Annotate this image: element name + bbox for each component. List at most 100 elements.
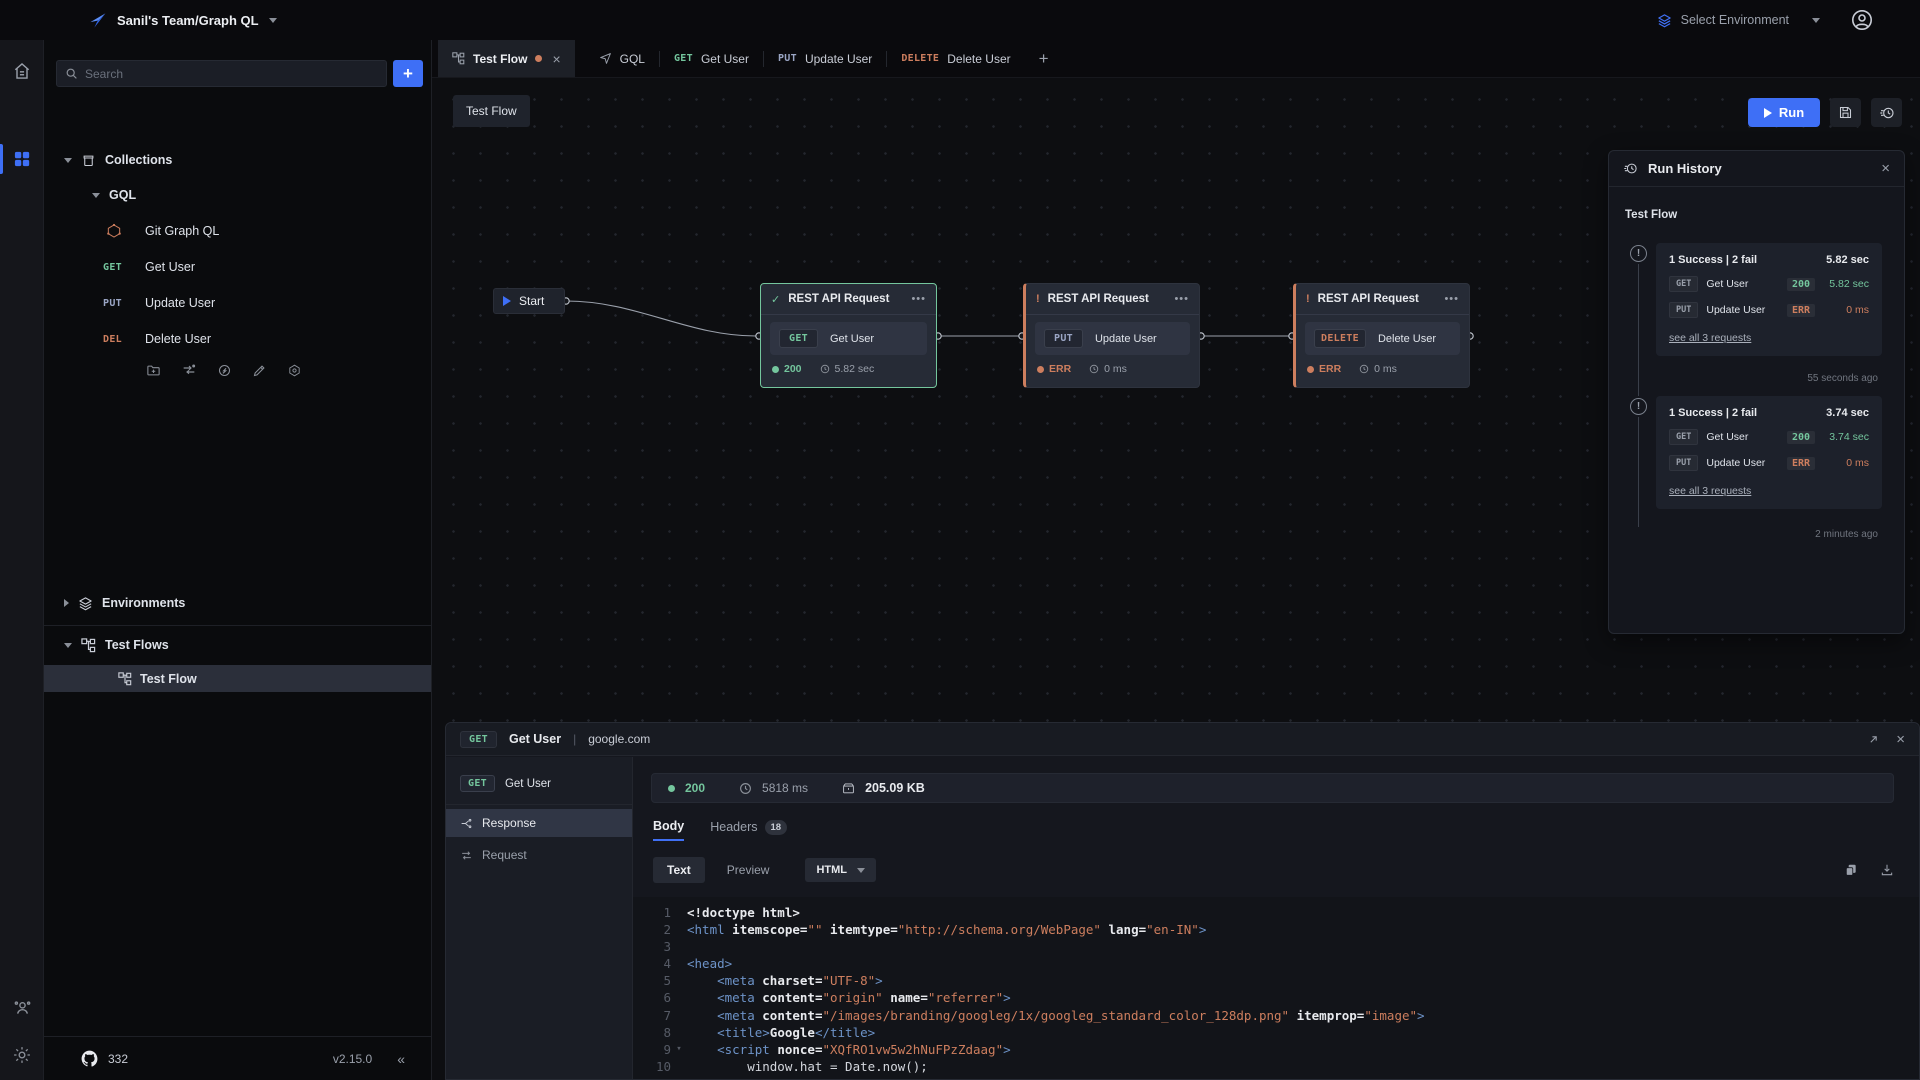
environment-selector[interactable]: Select Environment [1657,13,1820,28]
unsaved-dot-icon [535,55,542,62]
response-request-name: Get User [509,732,561,746]
node-request-row[interactable]: PUT Update User [1035,322,1190,355]
see-all-requests-link[interactable]: see all 3 requests [1669,332,1869,344]
collection-settings-icon[interactable] [287,363,302,378]
search-box[interactable] [56,60,387,87]
nav-item-response[interactable]: Response [446,809,632,837]
nav-item-request[interactable]: Request [446,841,632,869]
tab-delete-user[interactable]: DELETE Delete User [887,40,1024,77]
run-sequence-icon[interactable] [181,362,197,378]
node-menu-icon[interactable]: ••• [1444,293,1459,305]
close-panel-icon[interactable]: × [1896,731,1905,748]
node-request-row[interactable]: GET Get User [770,322,927,355]
view-preview-button[interactable]: Preview [713,857,784,883]
status-dot-icon [1037,366,1044,373]
tab-update-user[interactable]: PUT Update User [764,40,886,77]
view-text-button[interactable]: Text [653,857,705,883]
timer-icon[interactable] [217,363,232,378]
request-name: Get User [1706,278,1779,290]
node-request-name: Get User [830,333,874,345]
download-icon[interactable] [1880,863,1894,877]
format-dropdown[interactable]: HTML [805,858,876,882]
folder-label: GQL [109,188,136,202]
node-title: REST API Request [1318,293,1437,305]
tab-gql[interactable]: GQL [585,40,659,77]
code-line: 2<html itemscope="" itemtype="http://sch… [633,921,1919,938]
node-menu-icon[interactable]: ••• [911,293,926,305]
github-icon[interactable] [80,1049,99,1068]
timeline-line [1638,264,1639,396]
folder-gql[interactable]: GQL [92,185,136,205]
test-flow-item-selected[interactable]: Test Flow [44,665,431,692]
new-tab-button[interactable]: + [1025,40,1063,77]
chevron-right-icon [64,599,69,607]
flow-node-update-user[interactable]: ! REST API Request ••• PUT Update User E… [1023,283,1200,388]
search-input[interactable] [85,67,378,81]
status-badge: ERR [1787,304,1815,317]
copy-icon[interactable] [1844,863,1858,877]
flow-node-delete-user[interactable]: ! REST API Request ••• DELETE Delete Use… [1293,283,1470,388]
request-name: Update User [1706,457,1779,469]
collections-section-header[interactable]: Collections [64,150,172,170]
node-title: REST API Request [788,293,903,305]
workspace-name: Sanil's Team/Graph QL [117,13,259,28]
run-history-flow-name: Test Flow [1625,209,1677,221]
add-collection-button[interactable]: + [393,60,423,87]
flow-icon [81,638,96,653]
code-line: 8 <title>Google</title> [633,1024,1919,1041]
edit-icon[interactable] [252,363,267,378]
run-request-row: GET Get User 200 5.82 sec [1669,276,1869,292]
new-folder-icon[interactable] [146,363,161,378]
nav-request-header[interactable]: GET Get User [446,767,632,805]
chevron-down-icon [64,643,72,648]
tab-body[interactable]: Body [653,819,684,841]
home-button[interactable] [0,54,44,88]
run-history-entry[interactable]: 1 Success | 2 fail 3.74 sec GET Get User… [1656,396,1882,509]
workspace-switcher[interactable]: Sanil's Team/Graph QL [88,11,277,30]
tab-headers[interactable]: Headers 18 [710,820,787,841]
account-button[interactable] [1850,8,1874,32]
method-badge: PUT [103,298,136,309]
divider [44,625,431,626]
test-flows-section-header[interactable]: Test Flows [64,635,169,655]
request-item-update-user[interactable]: PUT Update User [103,293,215,313]
request-label: Update User [145,296,215,310]
chevron-down-icon [64,158,72,163]
collection-box-icon [81,153,96,168]
flow-icon [452,52,465,65]
collections-view-button[interactable] [0,142,44,176]
environments-section-header[interactable]: Environments [64,593,185,613]
request-name: Get User [1706,431,1779,443]
node-menu-icon[interactable]: ••• [1174,293,1189,305]
sidebar: + Collections GQL Git Graph QL GET Get U… [44,40,432,1080]
response-body-code[interactable]: 1<!doctype html>2<html itemscope="" item… [633,897,1919,1079]
close-tab-icon[interactable]: × [552,51,560,67]
settings-button[interactable] [0,1038,44,1072]
layers-icon [78,596,93,611]
response-time: 5818 ms [762,781,808,795]
status-badge: 200 [1787,278,1815,291]
method-badge: GET [103,262,136,273]
flow-node-get-user[interactable]: ✓ REST API Request ••• GET Get User 200 … [760,283,937,388]
swap-arrows-icon [460,849,473,862]
request-item-get-user[interactable]: GET Get User [103,257,195,277]
tab-test-flow[interactable]: Test Flow × [438,40,575,77]
expand-panel-icon[interactable] [1867,733,1880,746]
tab-get-user[interactable]: GET Get User [660,40,763,77]
run-request-row: PUT Update User ERR 0 ms [1669,455,1869,471]
flow-canvas[interactable]: Test Flow Run Start ✓ REST API Request [432,78,1920,1080]
start-node[interactable]: Start [493,288,565,314]
request-item-delete-user[interactable]: DEL Delete User [103,329,211,349]
community-button[interactable] [0,990,44,1024]
see-all-requests-link[interactable]: see all 3 requests [1669,485,1869,497]
play-icon [503,296,511,306]
run-history-entry[interactable]: 1 Success | 2 fail 5.82 sec GET Get User… [1656,243,1882,356]
collapse-sidebar-button[interactable]: « [397,1051,405,1067]
node-request-row[interactable]: DELETE Delete User [1305,322,1460,355]
request-time: 0 ms [1823,304,1869,316]
request-item-git-graph-ql[interactable]: Git Graph QL [106,221,219,241]
method-badge: PUT [1669,455,1698,471]
status-time: 0 ms [1104,363,1127,375]
request-label: Git Graph QL [145,224,219,238]
close-icon[interactable]: × [1881,160,1890,177]
